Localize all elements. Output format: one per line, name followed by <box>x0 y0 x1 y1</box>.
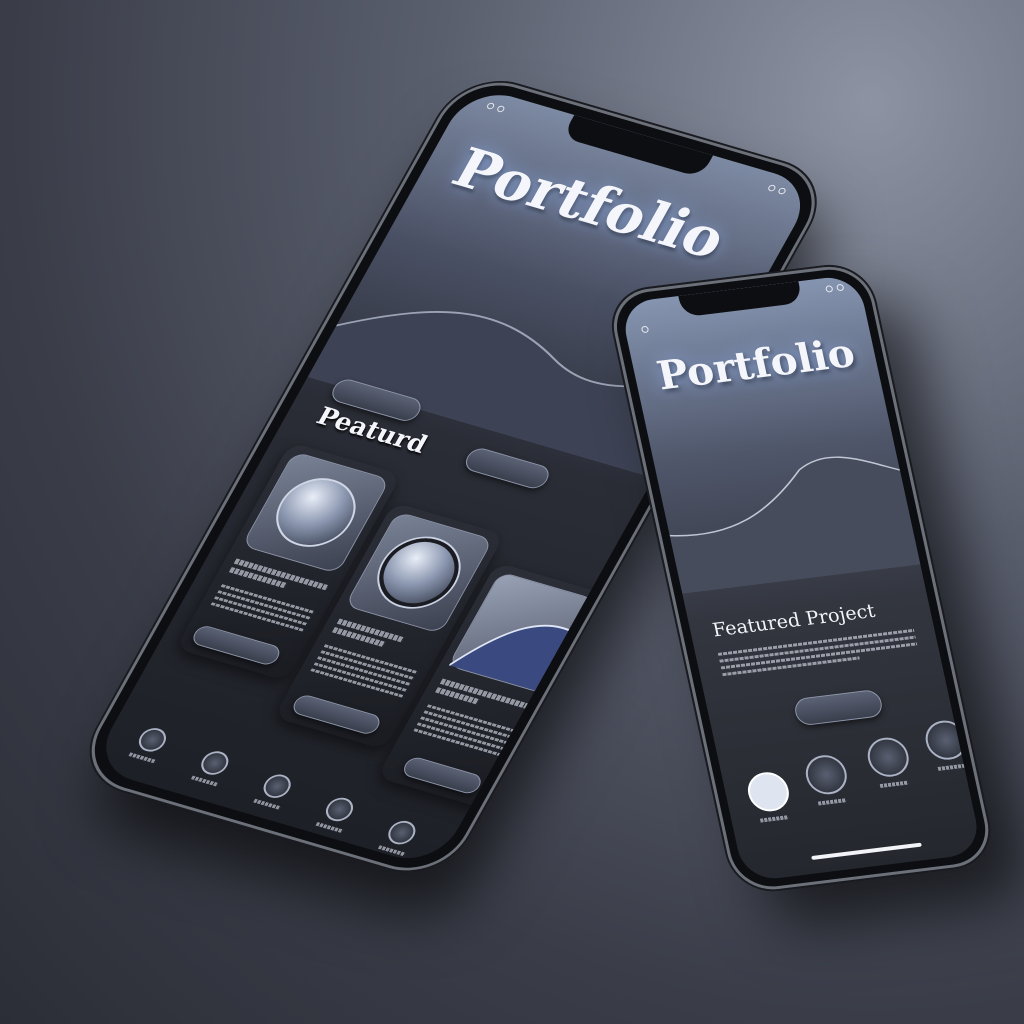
bell-icon <box>321 794 358 825</box>
nav-home[interactable] <box>128 725 171 764</box>
profile-icon <box>196 748 234 778</box>
settings-icon <box>383 817 421 848</box>
home-icon <box>134 725 171 755</box>
nav-settings[interactable] <box>377 817 421 857</box>
nav-profile[interactable] <box>190 748 234 787</box>
nav-home[interactable] <box>744 769 795 823</box>
nav-gallery[interactable] <box>864 735 915 788</box>
nav-bell[interactable] <box>315 794 359 834</box>
home-icon <box>744 769 793 814</box>
view-project-button[interactable] <box>792 688 885 727</box>
status-bar-right <box>824 283 845 293</box>
nav-contact[interactable] <box>921 718 973 771</box>
nav-camera[interactable] <box>253 771 296 810</box>
notch <box>678 281 803 318</box>
filter-button[interactable] <box>461 445 554 492</box>
status-bar-left <box>485 102 506 113</box>
contact-icon <box>921 718 971 762</box>
camera-icon <box>258 771 296 801</box>
status-bar-right <box>766 184 787 195</box>
home-indicator <box>811 842 922 860</box>
card-button[interactable] <box>189 623 284 667</box>
gallery-icon <box>864 735 913 780</box>
card-button[interactable] <box>400 755 485 796</box>
globe-icon <box>802 752 851 797</box>
nav-globe[interactable] <box>802 752 853 806</box>
card-button[interactable] <box>289 692 384 737</box>
status-bar-left <box>640 325 650 334</box>
small-phone: Portfolio Featured Project <box>606 262 997 895</box>
small-phone-screen: Portfolio Featured Project <box>619 274 983 883</box>
app-title: Portfolio <box>652 329 859 400</box>
hero-wave-image <box>669 456 943 594</box>
